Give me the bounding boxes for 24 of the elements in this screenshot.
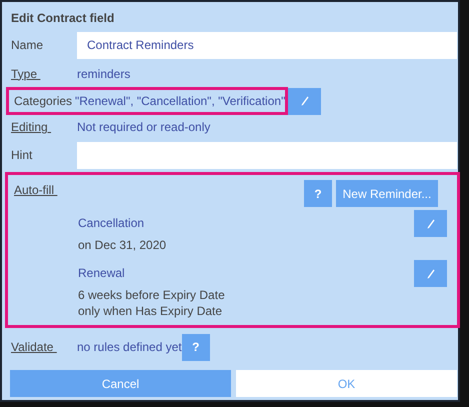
edit-button[interactable]	[288, 88, 322, 114]
editing-link[interactable]: Editing	[11, 120, 77, 134]
editing-value: Not required or read-only	[77, 120, 210, 134]
dialog-title: Edit Contract field	[10, 10, 116, 27]
name-field[interactable]: Contract Reminders	[77, 32, 457, 58]
pencil-icon	[426, 218, 434, 228]
auto-fill-link[interactable]: Auto-fill	[14, 183, 58, 197]
edit-button[interactable]	[414, 260, 447, 287]
validate-value: no rules defined yet	[77, 340, 182, 354]
reminder-name: Renewal	[78, 265, 126, 282]
hint-label: Hint	[11, 148, 34, 162]
name-label: Name	[11, 38, 44, 52]
pencil-icon	[426, 268, 434, 278]
categories-value: "Renewal", "Cancellation", "Verification"	[75, 94, 286, 108]
reminder-detail: on Dec 31, 2020	[78, 238, 166, 253]
type-value: reminders	[77, 66, 130, 80]
reminder-detail: only when Has Expiry Date	[78, 304, 224, 319]
hint-field[interactable]	[77, 142, 457, 168]
pencil-icon	[300, 96, 309, 106]
reminder-detail: 6 weeks before Expiry Date	[78, 288, 225, 303]
type-link[interactable]: Type	[11, 66, 77, 80]
validate-link[interactable]: Validate	[11, 340, 77, 354]
reminder-name: Cancellation	[78, 215, 146, 232]
edit-button[interactable]	[414, 210, 447, 237]
